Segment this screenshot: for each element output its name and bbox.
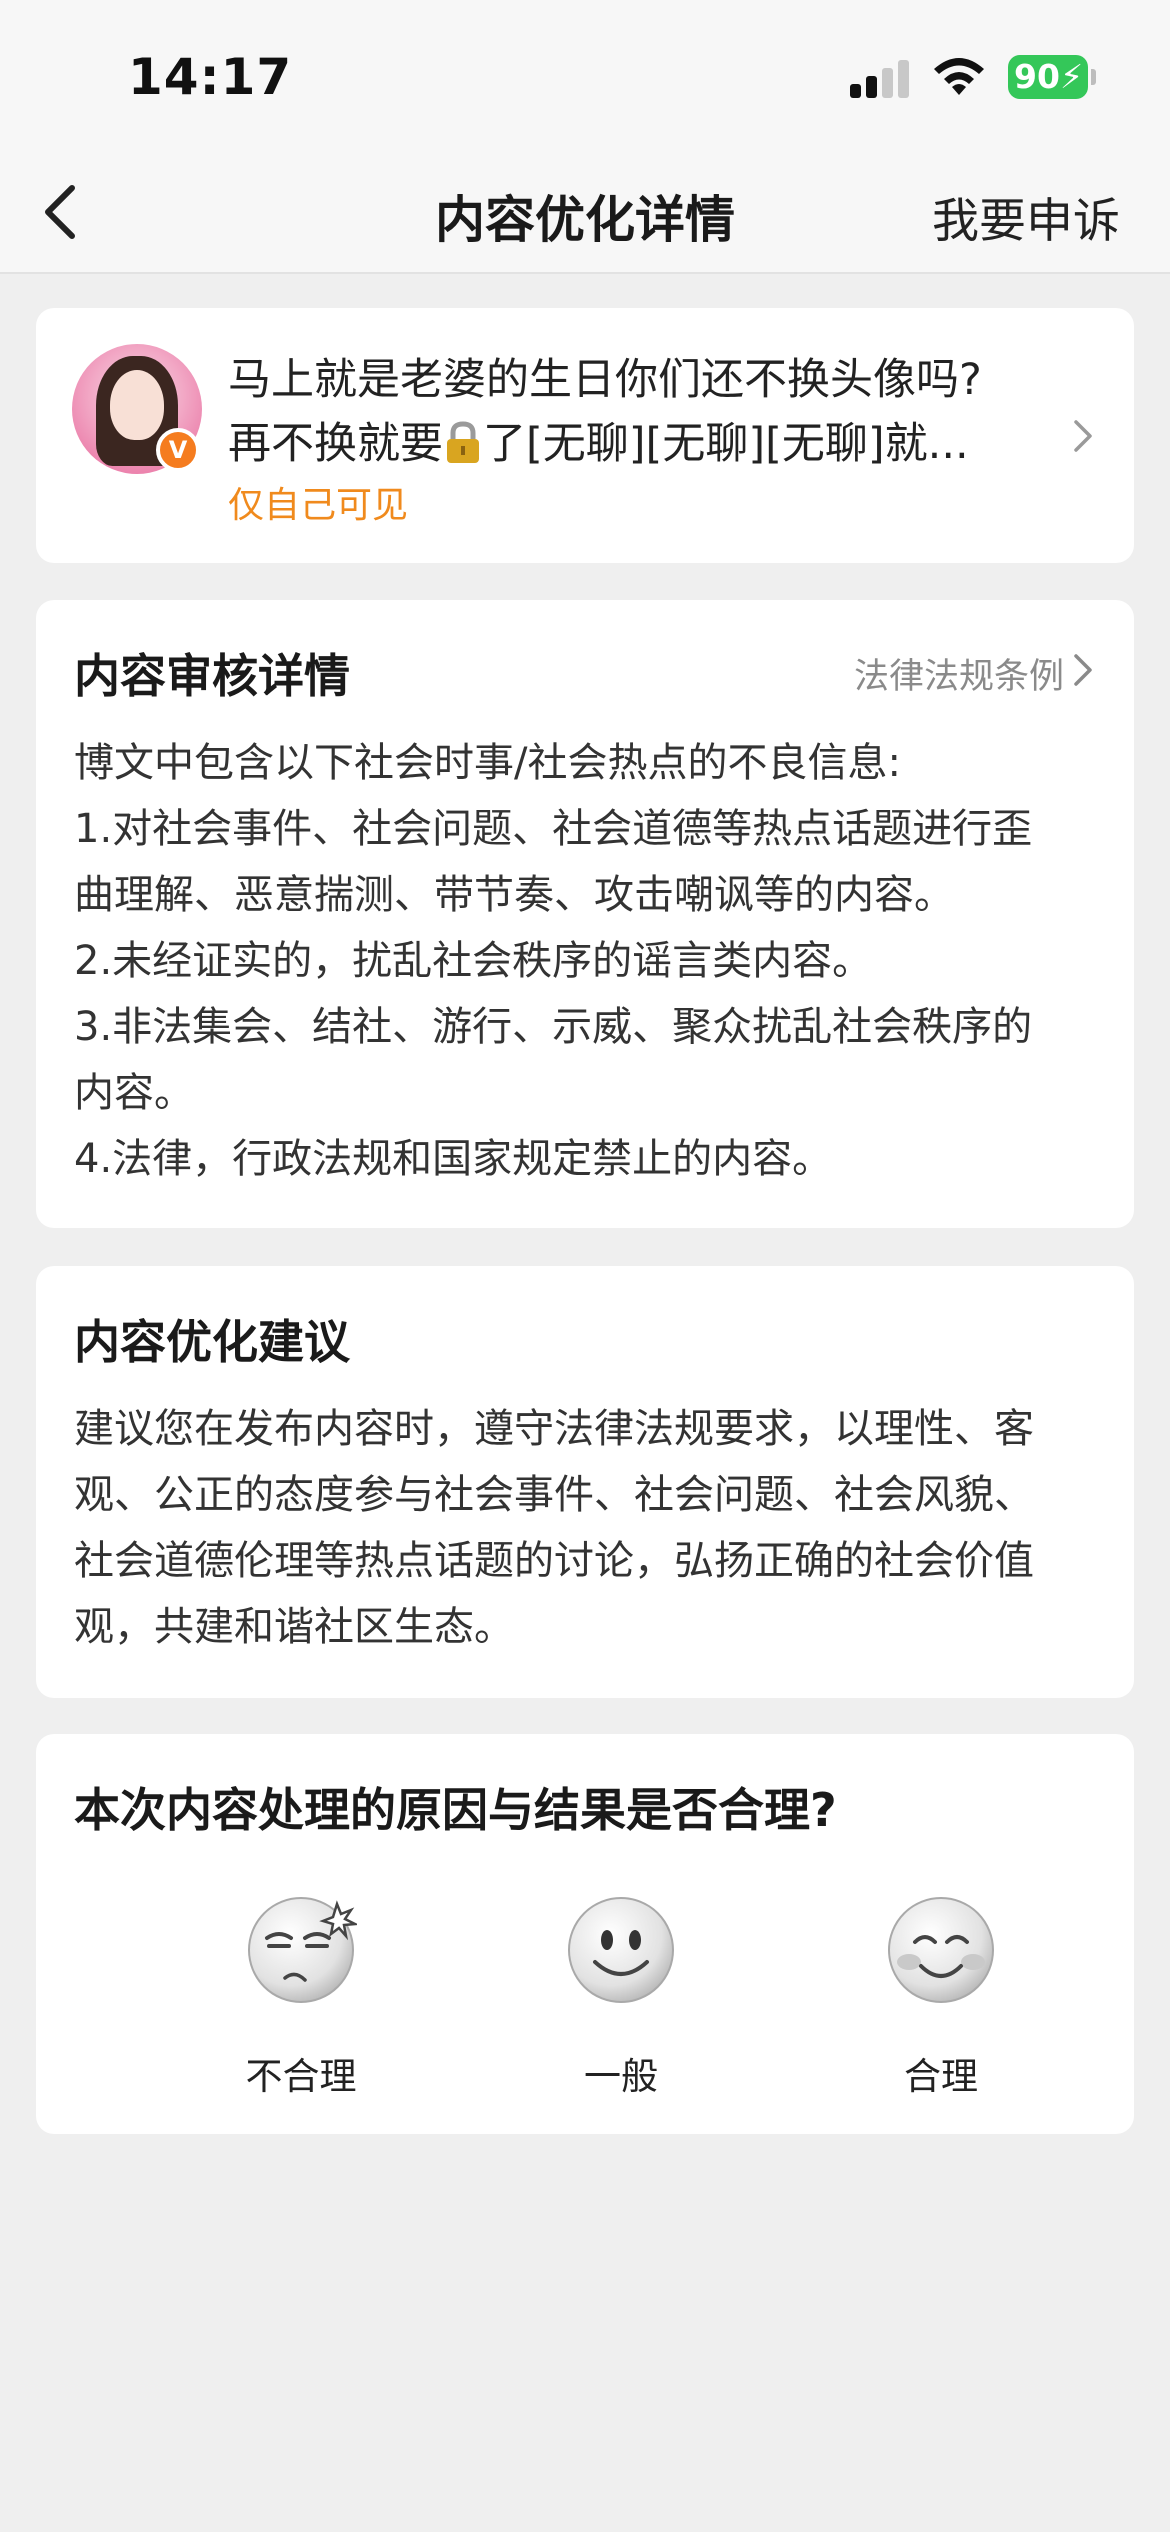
verified-badge: V: [156, 428, 200, 472]
review-line: 4.法律，行政法规和国家规定禁止的内容。: [74, 1136, 833, 1182]
suggestion-title: 内容优化建议: [74, 1315, 350, 1369]
status-bar: 14:17 90⚡: [0, 0, 1170, 150]
status-time: 14:17: [128, 48, 293, 106]
chevron-right-icon: [1074, 420, 1092, 452]
option-label: 不合理: [245, 2055, 357, 2098]
suggestion-line: 建议您在发布内容时，遵守法律法规要求，以理性、客: [74, 1406, 1034, 1452]
law-regulations-link[interactable]: 法律法规条例: [854, 648, 1064, 699]
battery-level: 90: [1014, 57, 1060, 96]
wifi-icon: [934, 58, 984, 95]
option-unreasonable[interactable]: 不合理: [191, 1894, 411, 2100]
battery-icon: 90⚡: [1008, 55, 1096, 99]
happy-face-icon: [888, 1897, 994, 2003]
appeal-button[interactable]: 我要申诉: [932, 182, 1120, 251]
visibility-label: 仅自己可见: [228, 485, 409, 526]
suggestion-body: 建议您在发布内容时，遵守法律法规要求，以理性、客 观、公正的态度参与社会事件、社…: [74, 1396, 1104, 1660]
review-line: 内容。: [74, 1070, 194, 1116]
post-line-1: 马上就是老婆的生日你们还不换头像吗?: [228, 355, 982, 405]
signal-icon: [850, 58, 912, 98]
review-line: 曲理解、恶意揣测、带节奏、攻击嘲讽等的内容。: [74, 872, 954, 918]
review-line: 博文中包含以下社会时事/社会热点的不良信息:: [74, 740, 901, 786]
review-title: 内容审核详情: [74, 649, 350, 703]
smile-face-icon: [568, 1897, 674, 2003]
chevron-right-icon[interactable]: [1072, 650, 1096, 690]
option-average[interactable]: 一般: [511, 1894, 731, 2100]
review-line: 2.未经证实的，扰乱社会秩序的谣言类内容。: [74, 938, 873, 984]
avatar-face: [110, 370, 164, 440]
post-line-2-after: 了[无聊][无聊][无聊]就...: [483, 419, 969, 469]
post-line-2-before: 再不换就要: [228, 419, 443, 469]
post-excerpt: 马上就是老婆的生日你们还不换头像吗? 再不换就要 了[无聊][无聊][无聊]就..…: [228, 348, 1058, 476]
optimization-suggestion-card: 内容优化建议 建议您在发布内容时，遵守法律法规要求，以理性、客 观、公正的态度参…: [36, 1266, 1134, 1698]
option-label: 一般: [584, 2055, 658, 2098]
charging-bolt-icon: ⚡: [1059, 57, 1084, 96]
review-line: 3.非法集会、结社、游行、示威、聚众扰乱社会秩序的: [74, 1004, 1033, 1050]
annoyed-face-icon: [248, 1897, 357, 2003]
nav-bar: 内容优化详情 我要申诉: [0, 150, 1170, 274]
suggestion-line: 社会道德伦理等热点话题的讨论，弘扬正确的社会价值: [74, 1538, 1034, 1584]
feedback-card: 本次内容处理的原因与结果是否合理? 不合理 一般 合理: [36, 1734, 1134, 2134]
review-body: 博文中包含以下社会时事/社会热点的不良信息: 1.对社会事件、社会问题、社会道德…: [74, 730, 1104, 1192]
feedback-options: 不合理 一般 合理: [36, 1894, 1134, 2114]
option-reasonable[interactable]: 合理: [831, 1894, 1051, 2100]
lock-icon: [443, 418, 483, 463]
review-line: 1.对社会事件、社会问题、社会道德等热点话题进行歪: [74, 806, 1033, 852]
review-details-card: 内容审核详情 法律法规条例 博文中包含以下社会时事/社会热点的不良信息: 1.对…: [36, 600, 1134, 1228]
option-label: 合理: [904, 2055, 978, 2098]
post-card[interactable]: V 马上就是老婆的生日你们还不换头像吗? 再不换就要 了[无聊][无聊][无聊]就…: [36, 308, 1134, 563]
feedback-question: 本次内容处理的原因与结果是否合理?: [74, 1783, 837, 1837]
suggestion-line: 观，共建和谐社区生态。: [74, 1604, 514, 1650]
suggestion-line: 观、公正的态度参与社会事件、社会问题、社会风貌、: [74, 1472, 1034, 1518]
post-line-2: 再不换就要 了[无聊][无聊][无聊]就...: [228, 412, 1058, 476]
